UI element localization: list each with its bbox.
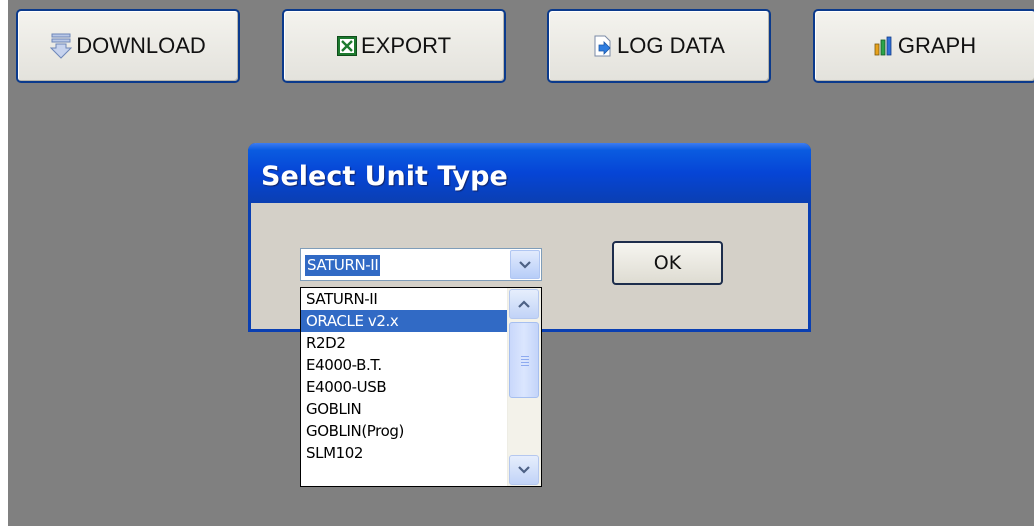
unit-type-dropdown-list[interactable]: SATURN-II ORACLE v2.x R2D2 E4000-B.T. E4… [300, 287, 542, 487]
excel-icon [336, 36, 357, 56]
vertical-scrollbar[interactable] [507, 288, 541, 486]
document-arrow-icon [593, 35, 613, 57]
graph-button[interactable]: GRAPH [813, 9, 1034, 83]
scroll-down-button[interactable] [509, 455, 539, 485]
list-item[interactable]: R2D2 [301, 332, 507, 354]
list-item[interactable]: E4000-USB [301, 376, 507, 398]
chevron-down-icon [518, 461, 530, 479]
list-item[interactable]: ORACLE v2.x [301, 310, 507, 332]
dialog-title: Select Unit Type [261, 161, 508, 192]
export-button[interactable]: EXPORT [282, 9, 506, 83]
window-edge [0, 0, 8, 526]
export-label: EXPORT [360, 33, 452, 58]
log-data-label: LOG DATA [617, 33, 725, 58]
chevron-up-icon [518, 295, 530, 313]
dialog-title-bar[interactable]: Select Unit Type [248, 143, 811, 203]
graph-label: GRAPH [897, 33, 977, 58]
download-button[interactable]: DOWNLOAD [16, 9, 240, 83]
list-item[interactable]: GOBLIN(Prog) [301, 420, 507, 442]
unit-type-select[interactable]: SATURN-II [300, 248, 542, 281]
log-data-button[interactable]: LOG DATA [547, 9, 771, 83]
unit-type-selected-value: SATURN-II [305, 255, 381, 276]
download-label: DOWNLOAD [76, 33, 206, 58]
list-item[interactable]: GOBLIN [301, 398, 507, 420]
list-item[interactable]: SATURN-II [301, 288, 507, 310]
list-item[interactable]: SLM102 [301, 442, 507, 464]
ok-label: OK [653, 252, 682, 274]
scroll-up-button[interactable] [509, 289, 539, 319]
chevron-down-icon [519, 256, 531, 274]
dropdown-button[interactable] [510, 250, 540, 279]
list-item[interactable]: E4000-B.T. [301, 354, 507, 376]
download-arrow-icon [50, 33, 73, 59]
ok-button[interactable]: OK [612, 241, 723, 285]
option-list: SATURN-II ORACLE v2.x R2D2 E4000-B.T. E4… [301, 288, 507, 464]
scrollbar-thumb[interactable] [509, 322, 539, 398]
bar-chart-icon [874, 36, 894, 56]
